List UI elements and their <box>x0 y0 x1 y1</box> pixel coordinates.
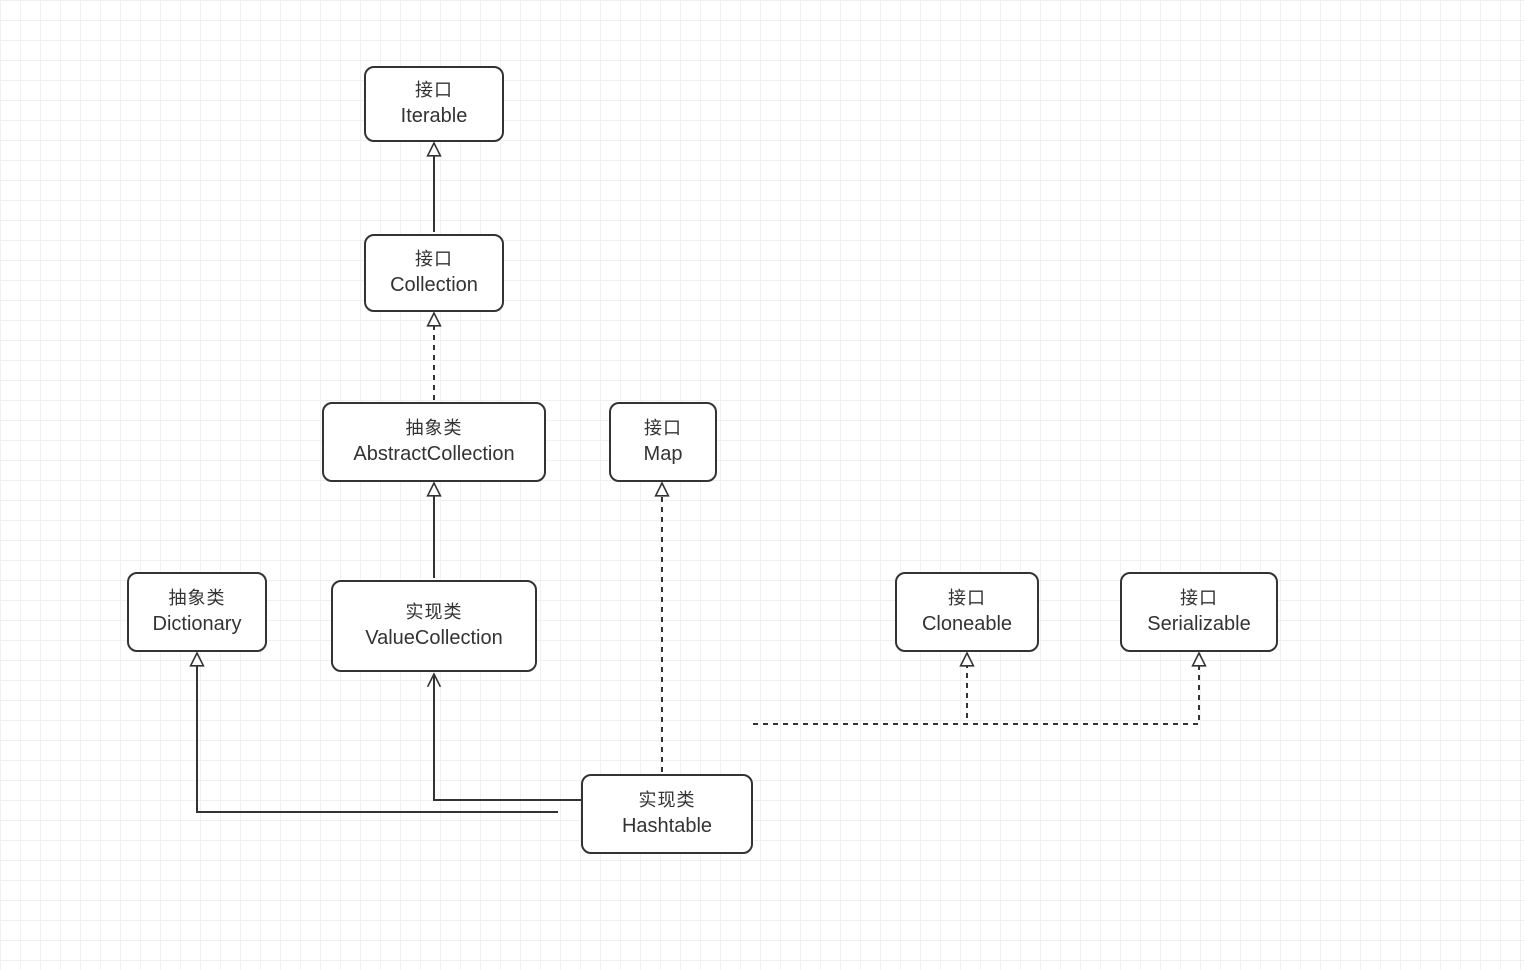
stereotype-label: 接口 <box>1180 586 1218 610</box>
node-map[interactable]: 接口 Map <box>609 402 717 482</box>
stereotype-label: 抽象类 <box>169 586 226 610</box>
stereotype-label: 抽象类 <box>406 416 463 440</box>
edge-hashtable-valuecollection <box>434 674 581 800</box>
class-name: Hashtable <box>622 813 712 840</box>
class-name: Collection <box>390 272 478 299</box>
edge-hashtable-serializable <box>753 653 1199 724</box>
class-name: Serializable <box>1147 611 1250 638</box>
stereotype-label: 接口 <box>415 78 453 102</box>
node-collection[interactable]: 接口 Collection <box>364 234 504 312</box>
stereotype-label: 实现类 <box>639 788 696 812</box>
edge-hashtable-dictionary <box>197 653 558 812</box>
node-dictionary[interactable]: 抽象类 Dictionary <box>127 572 267 652</box>
class-name: Map <box>644 441 683 468</box>
stereotype-label: 接口 <box>948 586 986 610</box>
node-serializable[interactable]: 接口 Serializable <box>1120 572 1278 652</box>
class-name: AbstractCollection <box>353 441 514 468</box>
class-name: Dictionary <box>153 611 242 638</box>
edges-layer <box>0 0 1524 970</box>
node-cloneable[interactable]: 接口 Cloneable <box>895 572 1039 652</box>
class-name: Cloneable <box>922 611 1012 638</box>
edge-hashtable-cloneable <box>753 653 967 724</box>
node-hashtable[interactable]: 实现类 Hashtable <box>581 774 753 854</box>
stereotype-label: 接口 <box>644 416 682 440</box>
node-abstractcollection[interactable]: 抽象类 AbstractCollection <box>322 402 546 482</box>
stereotype-label: 实现类 <box>406 600 463 624</box>
stereotype-label: 接口 <box>415 247 453 271</box>
class-name: ValueCollection <box>365 625 503 652</box>
diagram-canvas: 接口 Iterable 接口 Collection 抽象类 AbstractCo… <box>0 0 1524 970</box>
node-valuecollection[interactable]: 实现类 ValueCollection <box>331 580 537 672</box>
class-name: Iterable <box>401 103 468 130</box>
node-iterable[interactable]: 接口 Iterable <box>364 66 504 142</box>
